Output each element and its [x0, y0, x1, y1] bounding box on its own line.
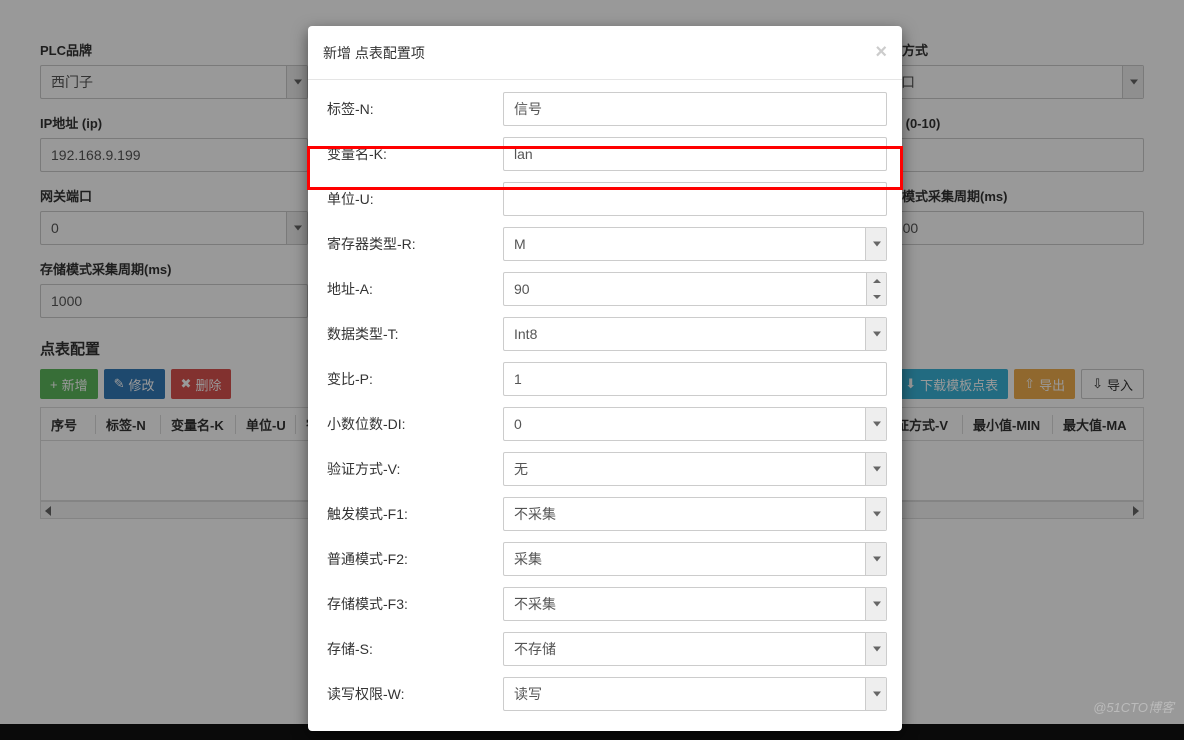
normal-f2-label: 普通模式-F2: [323, 549, 503, 569]
tag-n-input[interactable] [503, 92, 887, 126]
tag-n-label: 标签-N: [323, 99, 503, 119]
modal-header: 新增 点表配置项 × [308, 26, 902, 80]
chevron-down-icon [873, 646, 881, 651]
address-a-label: 地址-A: [323, 279, 503, 299]
store-f3-select[interactable] [503, 587, 887, 621]
modal-title: 新增 点表配置项 [323, 43, 425, 63]
verify-v-select[interactable] [503, 452, 887, 486]
chevron-down-icon [873, 691, 881, 696]
datatype-t-select[interactable] [503, 317, 887, 351]
close-icon[interactable]: × [875, 41, 887, 64]
chevron-down-icon [873, 421, 881, 426]
normal-f2-select[interactable] [503, 542, 887, 576]
rw-w-select[interactable] [503, 677, 887, 711]
chevron-down-icon [873, 511, 881, 516]
store-f3-label: 存储模式-F3: [323, 594, 503, 614]
storage-s-label: 存储-S: [323, 639, 503, 659]
register-r-label: 寄存器类型-R: [323, 234, 503, 254]
ratio-p-input[interactable] [503, 362, 887, 396]
unit-u-label: 单位-U: [323, 189, 503, 209]
chevron-down-icon [873, 241, 881, 246]
trigger-f1-label: 触发模式-F1: [323, 504, 503, 524]
chevron-down-icon [873, 601, 881, 606]
decimals-di-select[interactable] [503, 407, 887, 441]
address-a-stepper[interactable] [503, 272, 887, 306]
trigger-f1-select[interactable] [503, 497, 887, 531]
var-k-label: 变量名-K: [323, 144, 503, 164]
rw-w-label: 读写权限-W: [323, 684, 503, 704]
spin-down-icon[interactable] [867, 289, 886, 305]
chevron-down-icon [873, 466, 881, 471]
datatype-t-label: 数据类型-T: [323, 324, 503, 344]
storage-s-select[interactable] [503, 632, 887, 666]
watermark: @51CTO博客 [1093, 697, 1174, 716]
var-k-input[interactable] [503, 137, 887, 171]
unit-u-input[interactable] [503, 182, 887, 216]
chevron-down-icon [873, 556, 881, 561]
verify-v-label: 验证方式-V: [323, 459, 503, 479]
register-r-select[interactable] [503, 227, 887, 261]
modal-body: 标签-N: 变量名-K: 单位-U: 寄存器类型-R: 地址-A: 数据类型-T… [308, 80, 902, 731]
modal-dialog: 新增 点表配置项 × 标签-N: 变量名-K: 单位-U: 寄存器类型-R: 地… [308, 26, 902, 731]
spin-up-icon[interactable] [867, 273, 886, 289]
chevron-down-icon [873, 331, 881, 336]
ratio-p-label: 变比-P: [323, 369, 503, 389]
decimals-di-label: 小数位数-DI: [323, 414, 503, 434]
